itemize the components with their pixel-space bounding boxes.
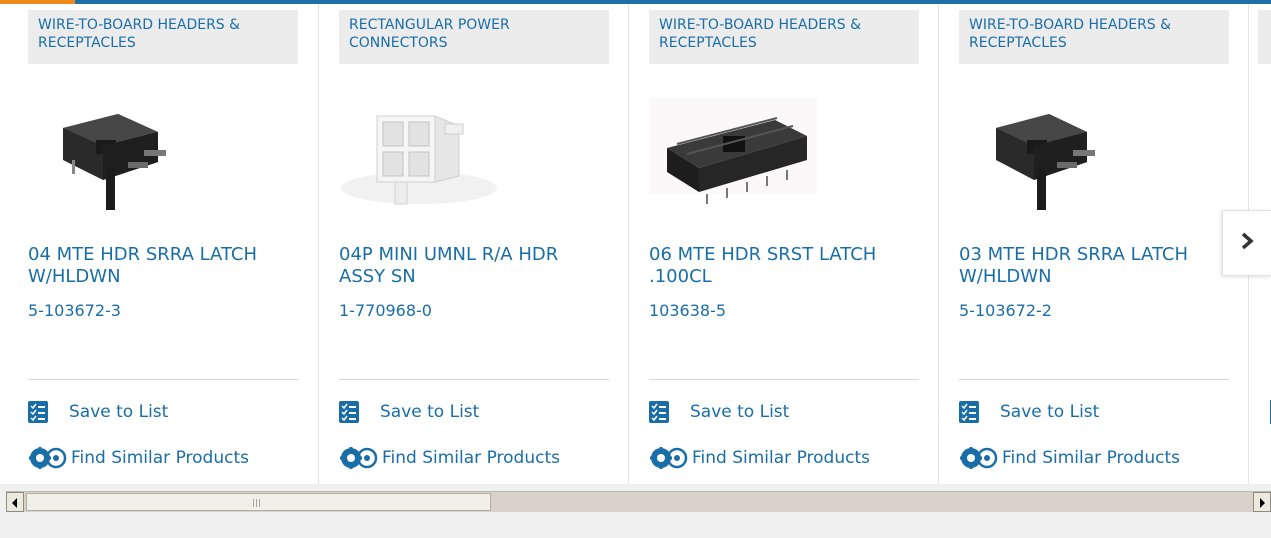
- checklist-icon: [28, 401, 48, 423]
- gears-icon: [339, 446, 381, 470]
- checklist-icon: [339, 401, 359, 423]
- card-separator: [649, 379, 919, 380]
- card-divider: [318, 4, 319, 484]
- product-card: WIRE-TO-BOARD HEADERS & RECEPTACLES 03 M…: [959, 4, 1229, 484]
- save-to-list-button[interactable]: Save to List: [649, 400, 789, 424]
- part-number-link[interactable]: 5-103672-2: [959, 301, 1052, 320]
- product-image[interactable]: [339, 92, 609, 212]
- part-number-link[interactable]: 1-770968-0: [339, 301, 432, 320]
- save-to-list-label: Save to List: [690, 402, 790, 422]
- product-category[interactable]: WIRE-TO-BOARD HEADERS & RECEPTACLES: [28, 10, 298, 64]
- gears-icon: [28, 446, 70, 470]
- save-to-list-button[interactable]: Save to List: [339, 400, 479, 424]
- gears-icon: [649, 446, 691, 470]
- arrow-right-icon: [1258, 493, 1266, 512]
- product-carousel: WIRE-TO-BOARD HEADERS & RECEPTACLES 04 M…: [0, 0, 1271, 484]
- product-category[interactable]: WIRE-TO-BOARD HEADERS & RECEPTACLES: [959, 10, 1229, 64]
- product-image[interactable]: [28, 92, 298, 212]
- scrollbar-thumb[interactable]: [26, 493, 491, 511]
- save-to-list-button[interactable]: Save to List: [959, 400, 1099, 424]
- save-to-list-label: Save to List: [69, 402, 169, 422]
- find-similar-button[interactable]: Find Similar Products: [28, 446, 249, 470]
- arrow-left-icon: [11, 493, 19, 512]
- product-name-link[interactable]: 03 MTE HDR SRRA LATCH W/HLDWN: [959, 244, 1227, 288]
- scroll-left-button[interactable]: [6, 492, 24, 512]
- find-similar-label: Find Similar Products: [692, 448, 870, 468]
- card-divider: [628, 4, 629, 484]
- find-similar-label: Find Similar Products: [1002, 448, 1180, 468]
- grip-icon: [253, 499, 263, 507]
- card-separator: [28, 379, 298, 380]
- card-divider: [938, 4, 939, 484]
- find-similar-button[interactable]: Find Similar Products: [959, 446, 1180, 470]
- save-to-list-label: Save to List: [380, 402, 480, 422]
- product-category-partial: [1258, 10, 1271, 64]
- carousel-next-button[interactable]: [1222, 210, 1271, 276]
- checklist-icon: [649, 401, 669, 423]
- save-to-list-button[interactable]: Save to List: [28, 400, 168, 424]
- card-separator: [959, 379, 1229, 380]
- product-image[interactable]: [649, 92, 919, 212]
- horizontal-scrollbar[interactable]: [6, 491, 1271, 512]
- product-card: RECTANGULAR POWER CONNECTORS 04P MINI UM…: [339, 4, 609, 484]
- checklist-icon: [959, 401, 979, 423]
- part-number-link[interactable]: 5-103672-3: [28, 301, 121, 320]
- find-similar-label: Find Similar Products: [382, 448, 560, 468]
- product-name-link[interactable]: 06 MTE HDR SRST LATCH .100CL: [649, 244, 917, 288]
- save-to-list-label: Save to List: [1000, 402, 1100, 422]
- product-category[interactable]: RECTANGULAR POWER CONNECTORS: [339, 10, 609, 64]
- product-name-link[interactable]: 04 MTE HDR SRRA LATCH W/HLDWN: [28, 244, 296, 288]
- find-similar-button[interactable]: Find Similar Products: [339, 446, 560, 470]
- card-separator: [339, 379, 609, 380]
- gears-icon: [959, 446, 1001, 470]
- product-name-link[interactable]: 04P MINI UMNL R/A HDR ASSY SN: [339, 244, 607, 288]
- product-card: WIRE-TO-BOARD HEADERS & RECEPTACLES 06 M…: [649, 4, 919, 484]
- chevron-right-icon: [1240, 232, 1254, 254]
- find-similar-label: Find Similar Products: [71, 448, 249, 468]
- part-number-link[interactable]: 103638-5: [649, 301, 726, 320]
- product-image[interactable]: [959, 92, 1229, 212]
- find-similar-button[interactable]: Find Similar Products: [649, 446, 870, 470]
- product-card: WIRE-TO-BOARD HEADERS & RECEPTACLES 04 M…: [28, 4, 298, 484]
- product-category[interactable]: WIRE-TO-BOARD HEADERS & RECEPTACLES: [649, 10, 919, 64]
- scroll-right-button[interactable]: [1253, 492, 1271, 512]
